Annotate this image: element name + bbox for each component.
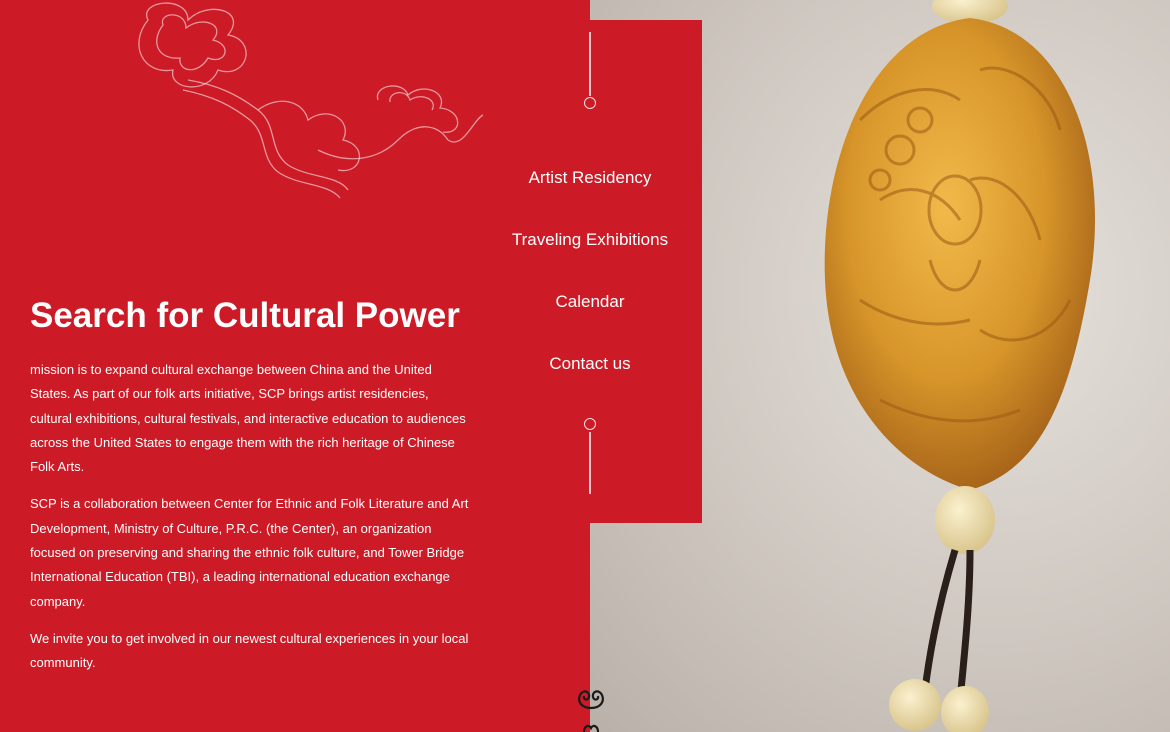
collaboration-paragraph: SCP is a collaboration between Center fo…	[30, 496, 469, 609]
nav-item-calendar: Calendar	[490, 284, 690, 346]
nav-item-artist-residency: Artist Residency	[490, 160, 690, 222]
main-nav: Artist Residency Traveling Exhibitions C…	[490, 160, 690, 408]
nav-item-traveling-exhibitions: Traveling Exhibitions	[490, 222, 690, 284]
auspicious-cloud-icon	[138, 2, 484, 199]
nav-link-contact-us[interactable]: Contact us	[549, 346, 630, 374]
nav-divider-bottom	[589, 432, 591, 494]
nav-item-contact-us: Contact us	[490, 346, 690, 408]
nav-link-artist-residency[interactable]: Artist Residency	[529, 160, 652, 188]
mission-paragraph: mission is to expand cultural exchange b…	[30, 362, 466, 475]
mission-text: mission is to expand cultural exchange b…	[30, 358, 470, 689]
swirl-scroll-icon[interactable]	[572, 686, 610, 732]
nav-link-traveling-exhibitions[interactable]: Traveling Exhibitions	[512, 222, 668, 250]
nav-circle-bottom-icon	[584, 418, 596, 430]
nav-divider-top	[589, 32, 591, 96]
invite-paragraph: We invite you to get involved in our new…	[30, 630, 469, 671]
page: Artist Residency Traveling Exhibitions C…	[0, 0, 1170, 732]
carved-pendant-image	[824, 0, 1095, 732]
page-title: Search for Cultural Power	[30, 296, 460, 335]
nav-link-calendar[interactable]: Calendar	[556, 284, 625, 312]
nav-circle-top-icon	[584, 97, 596, 109]
